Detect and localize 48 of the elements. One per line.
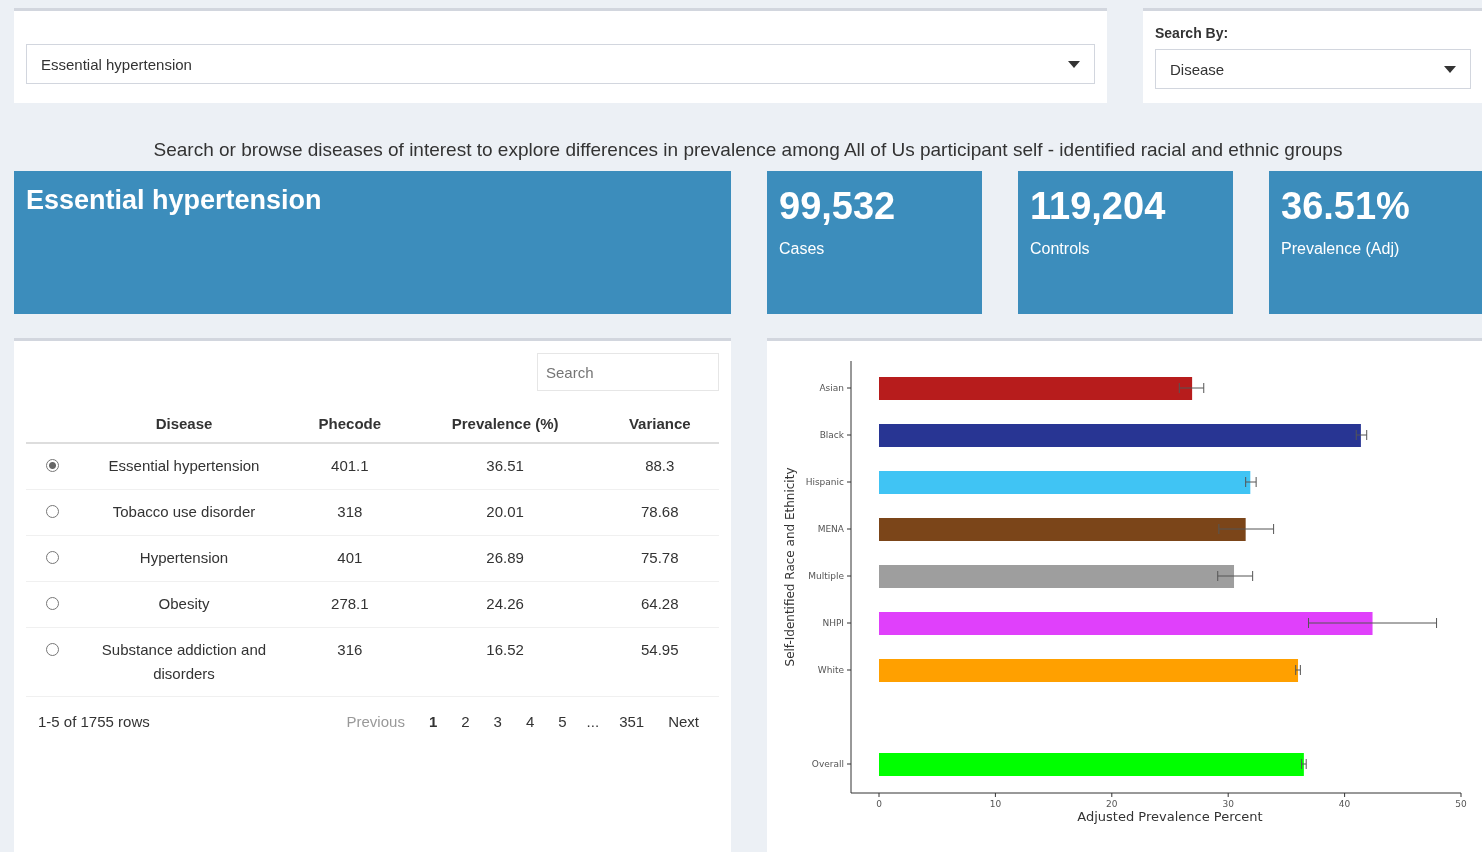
y-tick-label: White bbox=[817, 665, 844, 675]
column-header: Disease bbox=[78, 405, 290, 443]
x-tick-label: 10 bbox=[989, 799, 1002, 809]
y-tick-label: MENA bbox=[817, 524, 844, 534]
table-cell: 54.95 bbox=[600, 627, 719, 697]
stat-box: 119,204 Controls bbox=[1018, 171, 1233, 314]
table-cell: 318 bbox=[290, 489, 410, 536]
x-tick-label: 30 bbox=[1222, 799, 1234, 809]
table-cell: 278.1 bbox=[290, 581, 410, 628]
x-tick-label: 50 bbox=[1455, 799, 1467, 809]
subtitle: Search or browse diseases of interest to explore differences in prevalence among All of Us participant self - identified racial and ethnic groups bbox=[152, 138, 1344, 162]
table-cell: 16.52 bbox=[409, 627, 601, 697]
search-by-label: Search By: bbox=[1155, 25, 1230, 41]
y-tick-label: Overall bbox=[811, 759, 844, 769]
table-cell: 88.3 bbox=[600, 443, 719, 490]
table-cell: Hypertension bbox=[78, 535, 290, 582]
y-tick-label: Black bbox=[819, 430, 844, 440]
table-cell: 316 bbox=[290, 627, 410, 697]
rows-info: 1-5 of 1755 rows bbox=[38, 713, 150, 730]
column-header: Phecode bbox=[290, 405, 410, 443]
x-tick-label: 40 bbox=[1338, 799, 1351, 809]
table-cell: Tobacco use disorder bbox=[78, 489, 290, 536]
stat-box: 99,532 Cases bbox=[767, 171, 982, 314]
stat-box: 36.51% Prevalence (Adj) bbox=[1269, 171, 1482, 314]
column-header: Variance bbox=[600, 405, 719, 443]
table-cell: 78.68 bbox=[600, 489, 719, 536]
table-cell: 64.28 bbox=[600, 581, 719, 628]
table-cell: 24.26 bbox=[409, 581, 601, 628]
column-header: Prevalence (%) bbox=[409, 405, 601, 443]
table-cell: 401.1 bbox=[290, 443, 410, 490]
table-cell: 401 bbox=[290, 535, 410, 582]
table-cell: 36.51 bbox=[409, 443, 601, 490]
table-cell: 75.78 bbox=[600, 535, 719, 582]
y-tick-label: Asian bbox=[819, 383, 844, 393]
table-cell: Essential hypertension bbox=[78, 443, 290, 490]
y-tick-label: NHPI bbox=[822, 618, 844, 628]
y-tick-label: Hispanic bbox=[805, 477, 844, 487]
x-tick-label: 20 bbox=[1106, 799, 1118, 809]
table-cell: 20.01 bbox=[409, 489, 601, 536]
y-tick-label: Multiple bbox=[808, 571, 844, 581]
x-tick-label: 0 bbox=[876, 799, 882, 809]
table-cell: Obesity bbox=[78, 581, 290, 628]
table-cell: 26.89 bbox=[409, 535, 601, 582]
y-axis-title: Self-Identified Race and Ethnicity bbox=[783, 467, 797, 667]
pagination-gap-text: ... bbox=[585, 712, 601, 732]
table-cell: Substance addiction and disorders bbox=[78, 627, 290, 697]
x-axis-title: Adjusted Prevalence Percent bbox=[1077, 809, 1263, 824]
disease-title-box: Essential hypertension bbox=[14, 171, 731, 314]
